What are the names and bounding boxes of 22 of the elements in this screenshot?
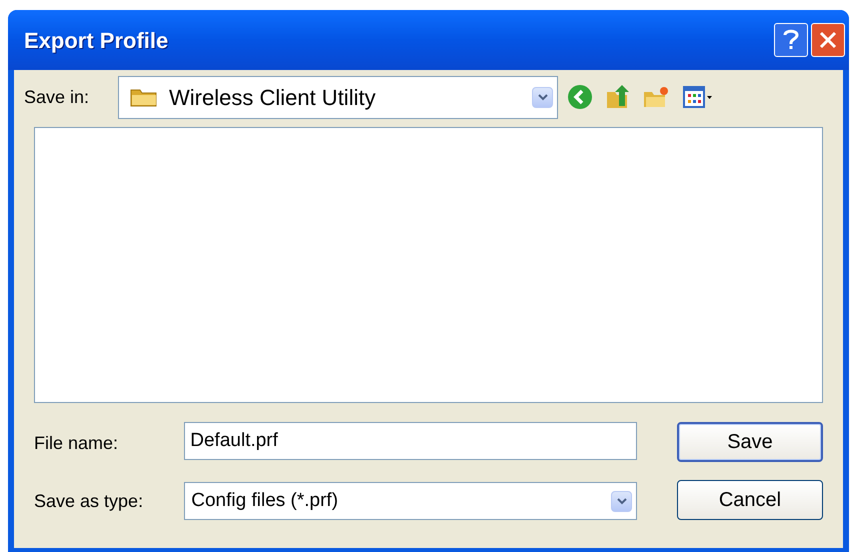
chevron-down-icon: [538, 94, 548, 100]
window-title: Export Profile: [24, 26, 170, 55]
chevron-down-icon: [616, 498, 626, 504]
save-as-type-value: Config files (*.prf): [191, 488, 340, 513]
close-icon: [819, 31, 837, 49]
save-as-type-label: Save as type:: [34, 490, 144, 513]
question-mark-icon: [783, 29, 799, 51]
new-folder-icon: [642, 85, 670, 109]
save-in-label: Save in:: [24, 86, 90, 108]
close-button[interactable]: [811, 23, 845, 57]
save-in-dropdown[interactable]: Wireless Client Utility: [118, 76, 558, 118]
file-name-field[interactable]: Default.prf: [184, 422, 637, 460]
save-in-value: Wireless Client Utility: [169, 84, 377, 112]
dropdown-button[interactable]: [611, 490, 632, 512]
help-button[interactable]: [774, 23, 808, 57]
dropdown-button[interactable]: [532, 86, 553, 108]
dialog-button[interactable]: Save: [677, 422, 823, 462]
save-as-type-dropdown[interactable]: Config files (*.prf): [184, 482, 637, 520]
file-name-label: File name:: [34, 432, 120, 455]
folder-up-icon: [605, 84, 631, 110]
dialog-button[interactable]: Cancel: [677, 480, 823, 520]
view-grid-icon: [683, 86, 713, 108]
